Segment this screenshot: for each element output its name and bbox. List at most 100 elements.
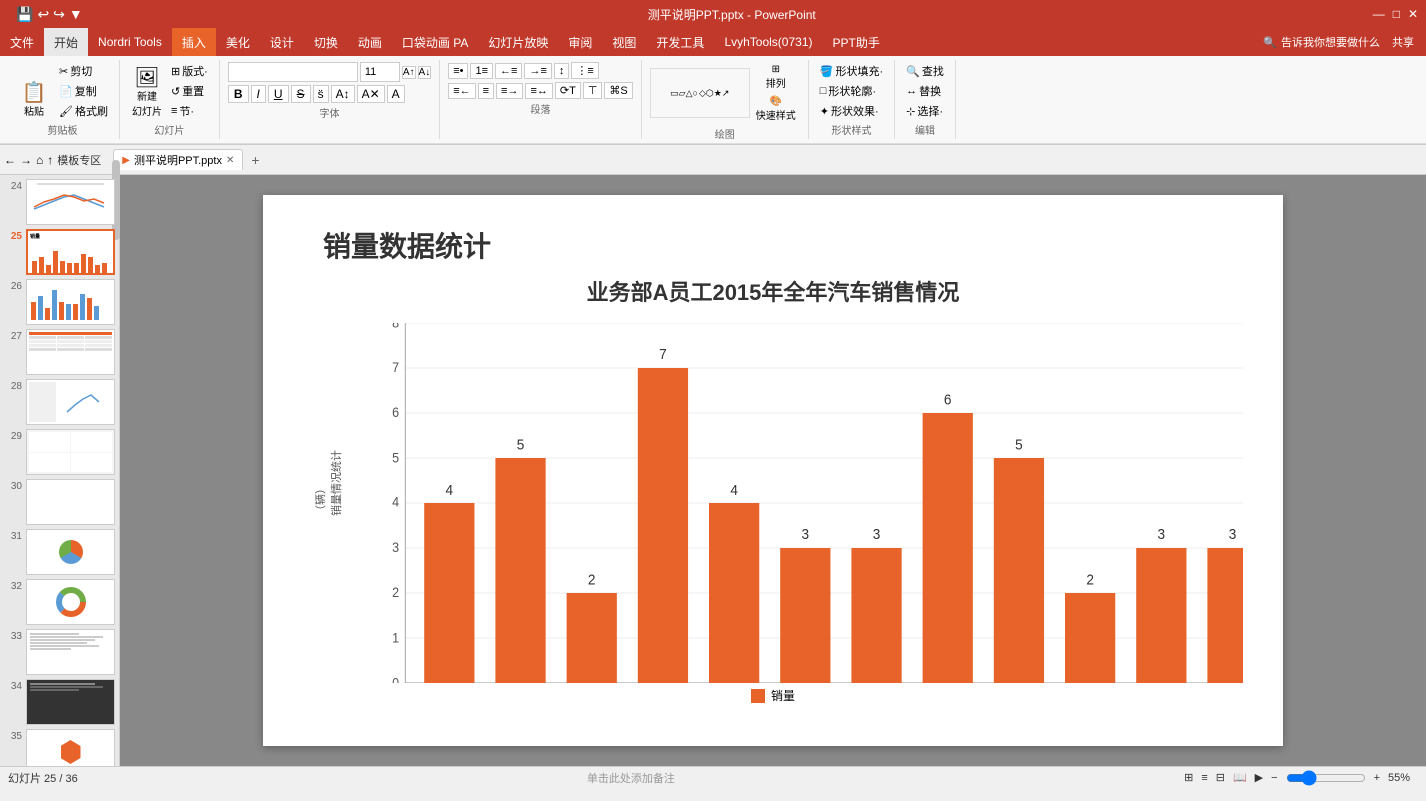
menu-theme[interactable]: 设计 — [260, 28, 304, 56]
notes-label[interactable]: 单击此处添加备注 — [94, 770, 1168, 786]
nav-up-icon[interactable]: ↑ — [47, 153, 53, 167]
view-slideshow-icon[interactable]: ▶ — [1255, 771, 1263, 784]
menu-review[interactable]: 审阅 — [558, 28, 602, 56]
menu-insert[interactable]: 插入 — [172, 28, 216, 56]
redo-icon[interactable]: ↪ — [53, 6, 65, 23]
search-icon: 🔍 — [1263, 36, 1277, 49]
bold-button[interactable]: B — [228, 85, 249, 103]
menu-view[interactable]: 视图 — [602, 28, 646, 56]
slide-thumb-27[interactable]: 27 — [4, 329, 115, 375]
menu-transitions[interactable]: 切换 — [304, 28, 348, 56]
menu-slideshow[interactable]: 幻灯片放映 — [478, 28, 558, 56]
font-name-input[interactable] — [228, 62, 358, 82]
slide-thumb-35[interactable]: 35 — [4, 729, 115, 766]
char-spacing-button[interactable]: A↕ — [331, 85, 355, 103]
zoom-minus-icon[interactable]: − — [1271, 772, 1277, 784]
slide-thumb-29[interactable]: 29 — [4, 429, 115, 475]
breadcrumb-template[interactable]: 模板专区 — [57, 152, 101, 168]
zoom-plus-icon[interactable]: + — [1374, 772, 1380, 784]
align-right-button[interactable]: ≡→ — [496, 83, 523, 99]
font-shrink-button[interactable]: A↓ — [418, 66, 432, 79]
maximize-icon[interactable]: □ — [1393, 7, 1400, 21]
strikethrough-button[interactable]: S — [291, 85, 311, 103]
find-button[interactable]: 🔍 查找 — [903, 62, 947, 80]
help-search[interactable]: 🔍 告诉我你想要做什么 — [1263, 34, 1380, 50]
select-button[interactable]: ⊹ 选择· — [903, 102, 947, 120]
text-direction-button[interactable]: ⟳T — [555, 82, 581, 99]
view-reading-icon[interactable]: 📖 — [1233, 771, 1247, 784]
slide-thumb-26[interactable]: 26 — [4, 279, 115, 325]
layout-button[interactable]: ⊞ 版式· — [168, 62, 211, 80]
share-btn[interactable]: 共享 — [1392, 34, 1414, 50]
view-outline-icon[interactable]: ≡ — [1201, 772, 1207, 784]
view-normal-icon[interactable]: ⊞ — [1184, 771, 1193, 784]
shapes-palette[interactable]: ▭▱△○ ◇⬡★↗ — [650, 68, 750, 118]
slide-thumb-25[interactable]: 25 销量 — [4, 229, 115, 275]
font-size-input[interactable] — [360, 62, 400, 82]
add-tab-button[interactable]: + — [245, 150, 265, 170]
format-painter-button[interactable]: 🖌 格式刷 — [56, 102, 111, 120]
close-icon[interactable]: ✕ — [1408, 7, 1418, 21]
slide-thumb-24[interactable]: 24 — [4, 179, 115, 225]
clear-format-button[interactable]: A✕ — [357, 85, 385, 103]
paste-button[interactable]: 📋 粘贴 — [14, 81, 54, 120]
underline-button[interactable]: U — [268, 85, 289, 103]
menu-animations[interactable]: 动画 — [348, 28, 392, 56]
minimize-icon[interactable]: — — [1373, 7, 1385, 21]
cut-button[interactable]: ✂ 剪切 — [56, 62, 111, 80]
nav-back-icon[interactable]: ← — [4, 153, 16, 167]
copy-button[interactable]: 📄 复制 — [56, 82, 111, 100]
menu-file[interactable]: 文件 — [0, 28, 44, 56]
numbering-button[interactable]: 1≡ — [470, 63, 493, 79]
nav-home-icon[interactable]: ⌂ — [36, 153, 43, 167]
reset-button[interactable]: ↺ 重置 — [168, 82, 211, 100]
convert-smartart-button[interactable]: ⌘S — [604, 82, 632, 99]
shape-fill-button[interactable]: 🪣 形状填充· — [817, 62, 886, 80]
new-slide-button[interactable]: 🖼 新建 幻灯片 — [128, 66, 166, 120]
section-button[interactable]: ≡ 节· — [168, 102, 211, 120]
zoom-slider[interactable] — [1286, 770, 1366, 786]
menu-lvyhtools[interactable]: LvyhTools(0731) — [714, 28, 822, 56]
align-left-button[interactable]: ≡← — [448, 83, 475, 99]
menu-pocketanim[interactable]: 口袋动画 PA — [392, 28, 478, 56]
replace-button[interactable]: ↔ 替换 — [903, 82, 947, 100]
customize-icon[interactable]: ▼ — [69, 6, 83, 22]
font-color-button[interactable]: A — [387, 85, 405, 103]
save-icon[interactable]: 💾 — [16, 6, 33, 23]
slide-canvas[interactable]: 销量数据统计 业务部A员工2015年全年汽车销售情况 （辆）销量情况统计 — [263, 195, 1283, 746]
line-spacing-button[interactable]: ↕ — [554, 63, 570, 79]
slide-title[interactable]: 销量数据统计 — [323, 225, 491, 265]
columns-button[interactable]: ⋮≡ — [571, 62, 598, 79]
shape-outline-button[interactable]: □ 形状轮廓· — [817, 82, 886, 100]
tab-close-icon[interactable]: ✕ — [226, 155, 234, 166]
italic-button[interactable]: I — [251, 85, 266, 103]
slide-thumb-31[interactable]: 31 — [4, 529, 115, 575]
nav-forward-icon[interactable]: → — [20, 153, 32, 167]
slide-thumb-33[interactable]: 33 — [4, 629, 115, 675]
decrease-indent-button[interactable]: ←≡ — [495, 63, 522, 79]
view-browse-icon[interactable]: ⊟ — [1216, 771, 1225, 784]
align-center-button[interactable]: ≡ — [478, 83, 494, 99]
svg-text:6: 6 — [944, 392, 952, 409]
menu-design[interactable]: 美化 — [216, 28, 260, 56]
slide-thumb-32[interactable]: 32 — [4, 579, 115, 625]
menu-home[interactable]: 开始 — [44, 28, 88, 56]
slide-thumb-30[interactable]: 30 — [4, 479, 115, 525]
font-grow-button[interactable]: A↑ — [402, 66, 416, 79]
active-file-tab[interactable]: ▶ 测平说明PPT.pptx ✕ — [113, 149, 243, 170]
shape-effect-button[interactable]: ✦ 形状效果· — [817, 102, 886, 120]
menu-ppthelper[interactable]: PPT助手 — [823, 28, 890, 56]
slide-thumb-28[interactable]: 28 — [4, 379, 115, 425]
zoom-level[interactable]: 55% — [1388, 772, 1418, 784]
bullets-button[interactable]: ≡• — [448, 63, 468, 79]
arrange-button[interactable]: ⊞ 排列 — [752, 62, 800, 92]
menu-devtools[interactable]: 开发工具 — [646, 28, 714, 56]
quick-styles-button[interactable]: 🎨 快速样式 — [752, 94, 800, 124]
increase-indent-button[interactable]: →≡ — [524, 63, 551, 79]
menu-nordri[interactable]: Nordri Tools — [88, 28, 172, 56]
undo-icon[interactable]: ↩ — [37, 6, 49, 23]
slide-thumb-34[interactable]: 34 — [4, 679, 115, 725]
align-text-button[interactable]: ⊤ — [583, 82, 603, 99]
justify-button[interactable]: ≡↔ — [525, 83, 552, 99]
shadow-button[interactable]: s̈ — [313, 85, 329, 103]
